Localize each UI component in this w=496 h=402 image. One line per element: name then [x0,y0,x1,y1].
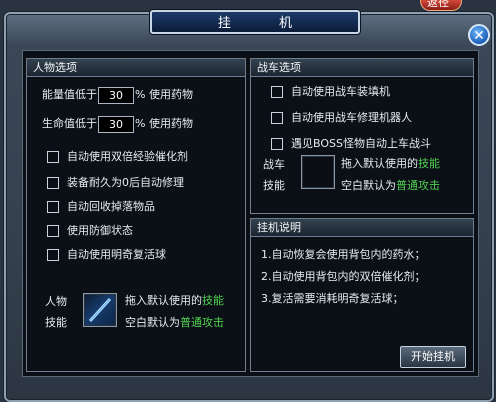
skill-sword-icon [88,297,112,323]
option-double-exp[interactable]: 自动使用双倍经验催化剂 [47,148,188,164]
option-auto-repair-checkbox[interactable] [47,177,59,189]
vehicle-skill-label-2: 技能 [263,179,285,192]
option-defense[interactable]: 使用防御状态 [47,222,133,238]
vehicle-skill-hint-1-text: 拖入默认使用的 [341,157,418,170]
hp-threshold-suffix: % 使用药物 [135,88,193,101]
option-vehicle-loader-label: 自动使用战车装填机 [291,85,390,98]
vehicle-options-panel: 战车选项 自动使用战车装填机 自动使用战车修理机器人 遇见BOSS怪物自动上车战… [250,58,474,214]
mp-threshold-row: 生命值低于 30% 使用药物 [42,115,193,133]
vehicle-skill-hint-2-highlight: 普通攻击 [396,179,440,192]
top-badge-label: 返径 [427,0,449,9]
mp-threshold-suffix: % 使用药物 [135,117,193,130]
option-double-exp-label: 自动使用双倍经验催化剂 [67,150,188,163]
character-skill-hint-2: 空白默认为普通攻击 [125,314,224,330]
vehicle-skill-label-1: 战车 [263,158,285,171]
character-skill-slot[interactable] [83,293,117,327]
vehicle-skill-hint-2-text: 空白默认为 [341,179,396,192]
option-boss-mount-label: 遇见BOSS怪物自动上车战斗 [291,137,431,150]
character-skill-hint-2-highlight: 普通攻击 [180,316,224,329]
option-boss-mount[interactable]: 遇见BOSS怪物自动上车战斗 [271,135,431,151]
character-skill-hint-2-text: 空白默认为 [125,316,180,329]
window-title: 挂 机 [150,10,360,34]
afk-note-2: 2.自动使用背包内的双倍催化剂； [261,270,426,283]
option-boss-mount-checkbox[interactable] [271,138,283,150]
option-defense-label: 使用防御状态 [67,224,133,237]
option-revive-ball-checkbox[interactable] [47,249,59,261]
hp-threshold-row: 能量值低于 30% 使用药物 [42,86,193,104]
afk-note-3: 3.复活需要消耗明奇复活球； [261,292,404,305]
afk-notes-header: 挂机说明 [251,219,473,237]
mp-threshold-label: 生命值低于 [42,117,97,130]
hp-threshold-input[interactable]: 30 [98,86,134,104]
option-vehicle-loader-checkbox[interactable] [271,86,283,98]
character-skill-label-2: 技能 [45,316,67,329]
character-skill-label-1: 人物 [45,295,67,308]
option-auto-loot-label: 自动回收掉落物品 [67,200,155,213]
option-defense-checkbox[interactable] [47,225,59,237]
afk-note-1: 1.自动恢复会使用背包内的药水； [261,248,426,261]
character-skill-hint-1: 拖入默认使用的技能 [125,292,224,308]
character-skill-hint-1-highlight: 技能 [202,294,224,307]
option-vehicle-loader[interactable]: 自动使用战车装填机 [271,83,390,99]
option-vehicle-repair-robot-label: 自动使用战车修理机器人 [291,111,412,124]
option-double-exp-checkbox[interactable] [47,151,59,163]
start-afk-button[interactable]: 开始挂机 [400,346,466,368]
vehicle-skill-hint-2: 空白默认为普通攻击 [341,177,440,193]
option-auto-repair[interactable]: 装备耐久为0后自动修理 [47,174,184,190]
character-options-panel: 人物选项 能量值低于 30% 使用药物 生命值低于 30% 使用药物 自动使用双倍经… [26,58,246,372]
top-badge: 返径 [420,0,462,11]
option-vehicle-repair-robot-checkbox[interactable] [271,112,283,124]
vehicle-options-header: 战车选项 [251,59,473,77]
hp-threshold-label: 能量值低于 [42,88,97,101]
vehicle-skill-hint-1: 拖入默认使用的技能 [341,155,440,171]
close-icon[interactable]: ✕ [468,24,490,46]
vehicle-skill-hint-1-highlight: 技能 [418,157,440,170]
option-auto-repair-label: 装备耐久为0后自动修理 [67,176,184,189]
character-options-header: 人物选项 [27,59,245,77]
option-auto-loot-checkbox[interactable] [47,201,59,213]
option-vehicle-repair-robot[interactable]: 自动使用战车修理机器人 [271,109,412,125]
character-skill-hint-1-text: 拖入默认使用的 [125,294,202,307]
option-auto-loot[interactable]: 自动回收掉落物品 [47,198,155,214]
option-revive-ball[interactable]: 自动使用明奇复活球 [47,246,166,262]
vehicle-skill-slot[interactable] [301,155,335,189]
mp-threshold-input[interactable]: 30 [98,115,134,133]
option-revive-ball-label: 自动使用明奇复活球 [67,248,166,261]
